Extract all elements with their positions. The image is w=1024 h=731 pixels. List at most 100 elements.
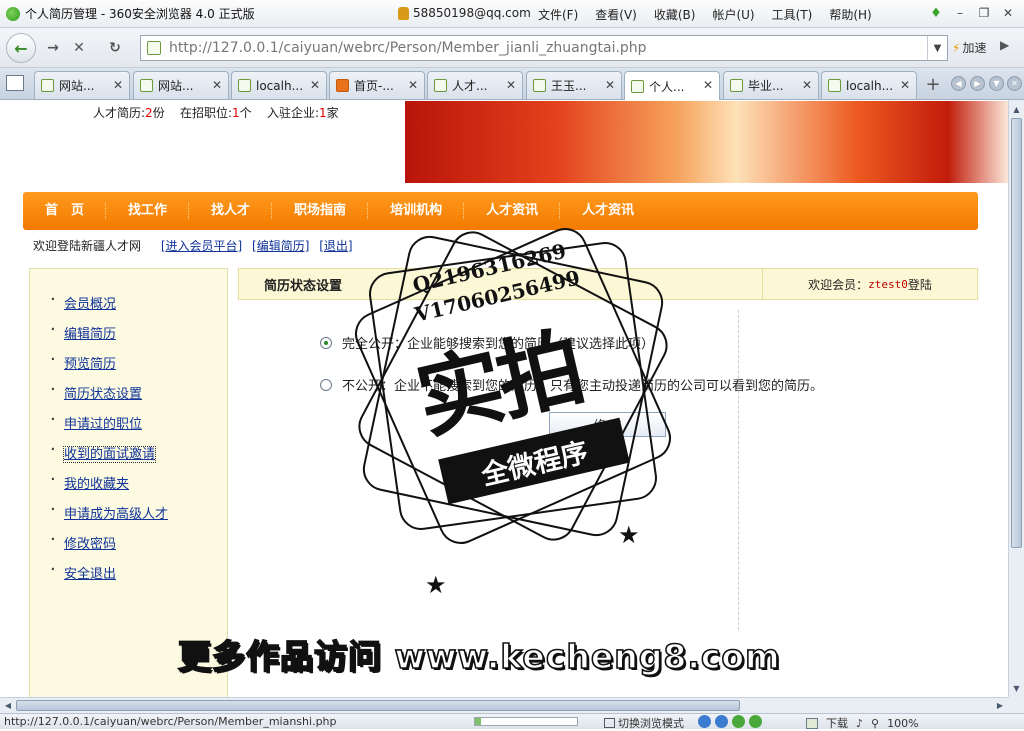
tab[interactable]: 首页-... ✕ — [329, 71, 425, 99]
sidebar-item-edit-resume[interactable]: 编辑简历 — [30, 319, 227, 353]
vertical-scrollbar[interactable]: ▲ ▼ — [1008, 100, 1024, 697]
browser-logo-icon — [6, 6, 20, 21]
url-text[interactable]: http://127.0.0.1/caiyuan/webrc/Person/Me… — [169, 40, 647, 56]
sidebar-item-label[interactable]: 申请成为高级人才 — [64, 507, 168, 522]
tab[interactable]: 网站... ✕ — [34, 71, 130, 99]
restore-button[interactable]: ❐ — [974, 4, 994, 22]
load-progress-fill — [475, 718, 482, 725]
sidebar-item-label[interactable]: 会员概况 — [64, 297, 116, 312]
menu-favorites[interactable]: 收藏(B) — [654, 6, 696, 23]
sidebar-item-applied-jobs[interactable]: 申请过的职位 — [30, 409, 227, 443]
scroll-right-icon[interactable]: ▶ — [993, 700, 1007, 711]
horizontal-scrollbar[interactable]: ◀ ▶ — [0, 697, 1008, 713]
ie-icon[interactable] — [698, 715, 711, 728]
lock-icon — [398, 6, 409, 20]
close-tab-icon[interactable]: ✕ — [408, 78, 418, 92]
forward-button[interactable]: → — [40, 35, 66, 61]
close-tab-icon[interactable]: ✕ — [802, 78, 812, 92]
sidebar-item-label[interactable]: 我的收藏夹 — [64, 477, 129, 492]
menu-file[interactable]: 文件(F) — [538, 6, 578, 23]
close-all-tabs-icon[interactable]: ✕ — [1007, 76, 1022, 91]
close-tab-icon[interactable]: ✕ — [703, 78, 713, 92]
resume-unit: 份 — [152, 106, 165, 120]
address-dropdown-icon[interactable]: ▼ — [927, 36, 947, 60]
nav-home[interactable]: 首 页 — [23, 203, 107, 219]
stop-button[interactable]: ✕ — [66, 35, 92, 61]
globe-icon[interactable] — [715, 715, 728, 728]
skin-icon[interactable]: ♦ — [926, 4, 946, 22]
sidebar-item-label[interactable]: 编辑简历 — [64, 327, 116, 342]
speed-label: 加速 — [962, 41, 987, 55]
close-tab-icon[interactable]: ✕ — [113, 78, 123, 92]
sidebar-item-senior-talent[interactable]: 申请成为高级人才 — [30, 499, 227, 533]
scroll-left-icon[interactable]: ◀ — [1, 700, 15, 711]
sidebar-item-resume-status[interactable]: 简历状态设置 — [30, 379, 227, 413]
back-button[interactable]: ← — [6, 33, 36, 63]
sidebar-item-change-password[interactable]: 修改密码 — [30, 529, 227, 563]
sidebar-item-overview[interactable]: 会员概况 — [30, 289, 227, 323]
star-icon: ★ — [425, 571, 447, 599]
tab[interactable]: 网站... ✕ — [133, 71, 229, 99]
status-url: http://127.0.0.1/caiyuan/webrc/Person/Me… — [4, 715, 337, 728]
close-window-button[interactable]: ✕ — [998, 4, 1018, 22]
sidebar-item-safe-exit[interactable]: 安全退出 — [30, 559, 227, 593]
tab[interactable]: localh... ✕ — [821, 71, 917, 99]
toggle-icon[interactable] — [732, 715, 745, 728]
close-tab-icon[interactable]: ✕ — [506, 78, 516, 92]
tab[interactable]: 王玉... ✕ — [526, 71, 622, 99]
refresh-button[interactable]: ↻ — [102, 35, 128, 61]
menu-account[interactable]: 帐户(U) — [712, 6, 754, 23]
screenshot-icon[interactable] — [806, 717, 818, 729]
scroll-corner — [1008, 697, 1024, 713]
tab[interactable]: 毕业... ✕ — [723, 71, 819, 99]
zoom-level[interactable]: 100% — [887, 717, 918, 730]
close-tab-icon[interactable]: ✕ — [310, 78, 320, 92]
tab-prev-icon[interactable]: ◀ — [951, 76, 966, 91]
close-tab-icon[interactable]: ✕ — [900, 78, 910, 92]
panel-title: 简历状态设置 — [264, 278, 343, 294]
close-tab-icon[interactable]: ✕ — [605, 78, 615, 92]
vertical-scroll-thumb[interactable] — [1011, 118, 1022, 548]
address-bar[interactable]: http://127.0.0.1/caiyuan/webrc/Person/Me… — [140, 35, 948, 61]
nav-find-talent[interactable]: 找人才 — [189, 203, 273, 219]
menu-tools[interactable]: 工具(T) — [772, 6, 813, 23]
sidebar-item-label[interactable]: 收到的面试邀请 — [62, 446, 157, 463]
account-info[interactable]: 58850198@qq.com — [398, 6, 531, 20]
sidebar-item-interview-invites[interactable]: 收到的面试邀请 — [30, 439, 227, 473]
nav-find-job[interactable]: 找工作 — [106, 203, 190, 219]
tab[interactable]: 人才... ✕ — [427, 71, 523, 99]
sidebar-item-label[interactable]: 预览简历 — [64, 357, 116, 372]
toolbar-more-icon[interactable]: ▶ — [1000, 38, 1009, 52]
menu-view[interactable]: 查看(V) — [595, 6, 637, 23]
speed-up-button[interactable]: ⚡ 加速 — [952, 39, 986, 56]
sidebar-item-label[interactable]: 简历状态设置 — [64, 387, 142, 402]
account-email[interactable]: 58850198@qq.com — [413, 6, 531, 20]
sidebar-item-label[interactable]: 安全退出 — [64, 567, 116, 582]
horizontal-scroll-thumb[interactable] — [16, 700, 740, 711]
sound-icon[interactable]: ♪ — [856, 717, 863, 730]
tab-next-icon[interactable]: ▶ — [970, 76, 985, 91]
page-icon — [434, 79, 447, 92]
tab-menu-icon[interactable]: ▼ — [989, 76, 1004, 91]
zoom-icon[interactable]: ⚲ — [871, 717, 879, 730]
tab-list-icon[interactable] — [6, 75, 24, 91]
public-radio[interactable] — [320, 336, 332, 349]
scroll-up-icon[interactable]: ▲ — [1011, 102, 1022, 116]
tab[interactable]: localh... ✕ — [231, 71, 327, 99]
sidebar-item-preview-resume[interactable]: 预览简历 — [30, 349, 227, 383]
edit-resume-link[interactable]: [编辑简历] — [252, 239, 309, 253]
sidebar-item-label[interactable]: 修改密码 — [64, 537, 116, 552]
new-tab-button[interactable]: + — [922, 73, 944, 95]
menu-help[interactable]: 帮助(H) — [829, 6, 871, 23]
minimize-button[interactable]: – — [950, 4, 970, 22]
companies-label: 入驻企业: — [266, 106, 319, 120]
member-platform-link[interactable]: [进入会员平台] — [161, 239, 242, 253]
tab-active[interactable]: 个人... ✕ — [624, 71, 720, 100]
sidebar-item-favorites[interactable]: 我的收藏夹 — [30, 469, 227, 503]
member-welcome-prefix: 欢迎会员： — [808, 277, 869, 292]
security-icon[interactable] — [749, 715, 762, 728]
close-tab-icon[interactable]: ✕ — [212, 78, 222, 92]
sidebar-item-label[interactable]: 申请过的职位 — [64, 417, 142, 432]
private-radio[interactable] — [320, 378, 332, 391]
scroll-down-icon[interactable]: ▼ — [1011, 681, 1022, 695]
